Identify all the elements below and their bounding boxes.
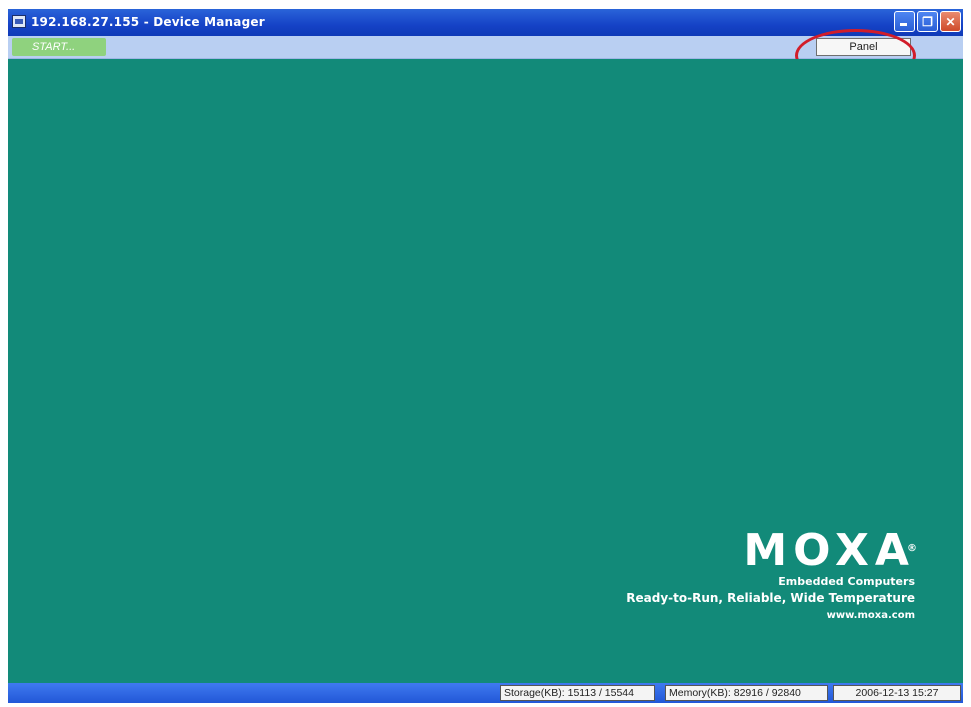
moxa-logo: MOXA ® Embedded Computers Ready-to-Run, … <box>626 529 917 624</box>
app-icon[interactable] <box>12 15 26 28</box>
device-manager-window: 192.168.27.155 - Device Manager ❐ ✕ STAR… <box>8 9 963 703</box>
datetime-status: 2006-12-13 15:27 <box>833 685 961 701</box>
window-controls: ❐ ✕ <box>894 11 961 32</box>
close-icon: ✕ <box>945 14 956 29</box>
title-bar[interactable]: 192.168.27.155 - Device Manager ❐ ✕ <box>8 9 963 36</box>
logo-url: www.moxa.com <box>826 610 915 621</box>
start-button[interactable]: START... <box>12 38 106 56</box>
logo-wordmark-text: MOXA <box>743 525 915 576</box>
minimize-button[interactable] <box>894 11 915 32</box>
status-bar: Storage(KB): 15113 / 15544 Memory(KB): 8… <box>8 683 963 703</box>
restore-icon: ❐ <box>922 14 933 29</box>
logo-tagline: Ready-to-Run, Reliable, Wide Temperature <box>626 591 915 605</box>
logo-wordmark: MOXA ® <box>626 529 917 573</box>
window-title: 192.168.27.155 - Device Manager <box>31 15 265 29</box>
close-button[interactable]: ✕ <box>940 11 961 32</box>
storage-status: Storage(KB): 15113 / 15544 <box>500 685 655 701</box>
minimize-icon <box>900 23 907 26</box>
registered-mark: ® <box>907 543 923 554</box>
maximize-button[interactable]: ❐ <box>917 11 938 32</box>
memory-status: Memory(KB): 82916 / 92840 <box>665 685 828 701</box>
main-area: MOXA ® Embedded Computers Ready-to-Run, … <box>8 59 963 683</box>
